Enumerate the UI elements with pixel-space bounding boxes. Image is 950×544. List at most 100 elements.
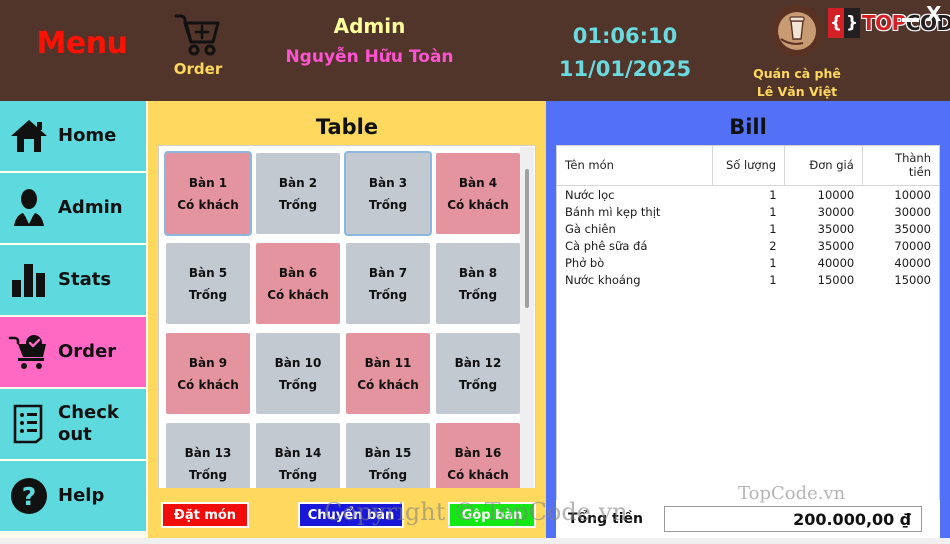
question-circle-icon: ? xyxy=(0,476,58,516)
table-grid: Bàn 1 Có khách Bàn 2 Trống Bàn 3 Trống Bàn 4 Có… xyxy=(164,151,522,506)
table-cell-name: Bàn 9 xyxy=(188,355,228,370)
table-cell-name: Bàn 10 xyxy=(274,355,322,370)
bill-table: Tên món Số lượng Đơn giá Thành tiền Nước… xyxy=(557,146,939,288)
table-cell-name: Bàn 4 xyxy=(458,175,498,190)
bill-cell-total: 30000 xyxy=(894,204,931,219)
header-order-button[interactable]: Order xyxy=(162,8,234,78)
bill-row[interactable]: Nước lọc 1 10000 10000 xyxy=(557,186,939,204)
table-cell[interactable]: Bàn 5 Trống xyxy=(164,241,252,326)
column-header-price[interactable]: Đơn giá xyxy=(784,146,863,186)
total-amount-field[interactable]: 200.000,00 ₫ xyxy=(664,506,922,532)
sidebar-item-label: Home xyxy=(58,125,117,146)
table-cell[interactable]: Bàn 2 Trống xyxy=(254,151,342,236)
table-cell-name: Bàn 16 xyxy=(454,445,502,460)
table-cell[interactable]: Bàn 7 Trống xyxy=(344,241,432,326)
table-cell[interactable]: Bàn 4 Có khách xyxy=(434,151,522,236)
svg-text:?: ? xyxy=(22,482,37,511)
brace-right: } xyxy=(844,8,860,38)
bill-cell-qty: 1 xyxy=(769,272,777,287)
table-cell-state: Trống xyxy=(188,467,228,482)
pos-application-window: Menu Order Admin Nguyễn Hữu Toàn 01:06:1… xyxy=(0,0,950,544)
place-order-button[interactable]: Đặt món xyxy=(161,502,249,528)
table-cell-state: Có khách xyxy=(177,377,239,392)
bill-panel: Bill Tên món Số lượng Đơn giá Thành tiền… xyxy=(546,101,950,544)
column-header-total[interactable]: Thành tiền xyxy=(861,146,939,186)
bill-table-head: Tên món Số lượng Đơn giá Thành tiền xyxy=(557,146,939,186)
table-cell-state: Có khách xyxy=(447,467,509,482)
bill-cell-total: 40000 xyxy=(894,255,931,270)
current-date: 11/01/2025 xyxy=(558,57,692,81)
move-table-button[interactable]: Chuyển bàn xyxy=(298,502,404,528)
bill-cell-name: Phở bò xyxy=(565,255,605,270)
bill-cell-price: 30000 xyxy=(817,204,855,219)
table-cell[interactable]: Bàn 11 Có khách xyxy=(344,331,432,416)
table-cell-name: Bàn 3 xyxy=(368,175,408,190)
table-cell-name: Bàn 11 xyxy=(364,355,412,370)
bill-panel-title: Bill xyxy=(729,115,767,139)
bill-row[interactable]: Nước khoáng 1 15000 15000 xyxy=(557,271,939,288)
table-cell[interactable]: Bàn 1 Có khách xyxy=(164,151,252,236)
sidebar-item-checkout[interactable]: Check out xyxy=(0,389,146,461)
sidebar-item-order[interactable]: Order xyxy=(0,317,146,389)
clock-block: 01:06:10 11/01/2025 xyxy=(540,20,710,86)
table-cell-state: Trống xyxy=(188,287,228,302)
sidebar-item-stats[interactable]: Stats xyxy=(0,245,146,317)
bill-total-row: Tổng tiền 200.000,00 ₫ xyxy=(556,500,940,538)
bill-cell-qty: 1 xyxy=(769,255,777,270)
sidebar-item-admin[interactable]: Admin xyxy=(0,173,146,245)
scrollbar-thumb[interactable] xyxy=(525,169,529,308)
sidebar-navigation: Home Admin Stats Order Check out ? Help xyxy=(0,101,148,544)
minimize-button[interactable] xyxy=(902,18,919,22)
table-cell[interactable]: Bàn 12 Trống xyxy=(434,331,522,416)
user-tie-icon xyxy=(0,188,58,228)
column-header-qty[interactable]: Số lượng xyxy=(712,146,785,186)
sidebar-item-home[interactable]: Home xyxy=(0,101,146,173)
table-cell-name: Bàn 5 xyxy=(188,265,228,280)
bill-cell-total: 35000 xyxy=(894,221,931,236)
bill-cell-qty: 1 xyxy=(769,204,777,219)
sidebar-item-label: Help xyxy=(58,485,105,506)
table-cell-state: Có khách xyxy=(177,197,239,212)
table-cell[interactable]: Bàn 6 Có khách xyxy=(254,241,342,326)
bill-row[interactable]: Bánh mì kẹp thịt 1 30000 30000 xyxy=(557,203,939,220)
cart-check-icon xyxy=(0,334,58,370)
table-cell-name: Bàn 6 xyxy=(278,265,318,280)
table-cell[interactable]: Bàn 3 Trống xyxy=(344,151,432,236)
logged-in-user-block: Admin Nguyễn Hữu Toàn xyxy=(262,12,477,70)
table-cell-name: Bàn 12 xyxy=(454,355,502,370)
shop-name-line1: Quán cà phê xyxy=(753,66,841,81)
bill-row[interactable]: Cà phê sữa đá 2 35000 70000 xyxy=(557,237,939,254)
table-grid-vertical-scrollbar[interactable] xyxy=(520,147,534,544)
bill-cell-name: Gà chiên xyxy=(565,221,616,236)
close-button[interactable]: X xyxy=(926,2,941,26)
column-header-name[interactable]: Tên món xyxy=(557,146,713,186)
table-cell[interactable]: Bàn 9 Có khách xyxy=(164,331,252,416)
table-cell-state: Trống xyxy=(278,377,318,392)
sidebar-item-label: Order xyxy=(58,341,117,362)
bill-cell-name: Nước khoáng xyxy=(565,272,641,287)
total-label: Tổng tiền xyxy=(568,511,643,527)
sidebar-item-help[interactable]: ? Help xyxy=(0,461,146,533)
bill-row[interactable]: Phở bò 1 40000 40000 xyxy=(557,254,939,271)
table-cell-state: Trống xyxy=(278,467,318,482)
table-panel-title: Table xyxy=(315,115,379,139)
merge-table-button[interactable]: Gộp bàn xyxy=(448,502,536,528)
bill-table-body: Nước lọc 1 10000 10000 Bánh mì kẹp thịt 1 3000… xyxy=(557,186,939,289)
bill-cell-price: 40000 xyxy=(817,255,855,270)
table-cell-name: Bàn 15 xyxy=(364,445,412,460)
table-cell-name: Bàn 2 xyxy=(278,175,318,190)
bill-cell-qty: 1 xyxy=(769,221,777,236)
bill-cell-total: 15000 xyxy=(894,272,931,287)
header-order-label: Order xyxy=(173,60,223,78)
table-cell[interactable]: Bàn 10 Trống xyxy=(254,331,342,416)
bill-cell-qty: 2 xyxy=(769,238,777,253)
shop-name-line2: Lê Văn Việt xyxy=(756,84,838,99)
table-cell[interactable]: Bàn 8 Trống xyxy=(434,241,522,326)
bill-row[interactable]: Gà chiên 1 35000 35000 xyxy=(557,220,939,237)
table-cell-name: Bàn 13 xyxy=(184,445,232,460)
topcode-top: TOP xyxy=(862,11,906,35)
coffee-cup-logo-icon xyxy=(767,5,827,65)
user-role: Admin xyxy=(333,14,406,38)
window-bottom-edge xyxy=(0,538,950,544)
table-panel: Table Bàn 1 Có khách Bàn 2 Trống Bàn 3 Trống B… xyxy=(148,101,546,544)
